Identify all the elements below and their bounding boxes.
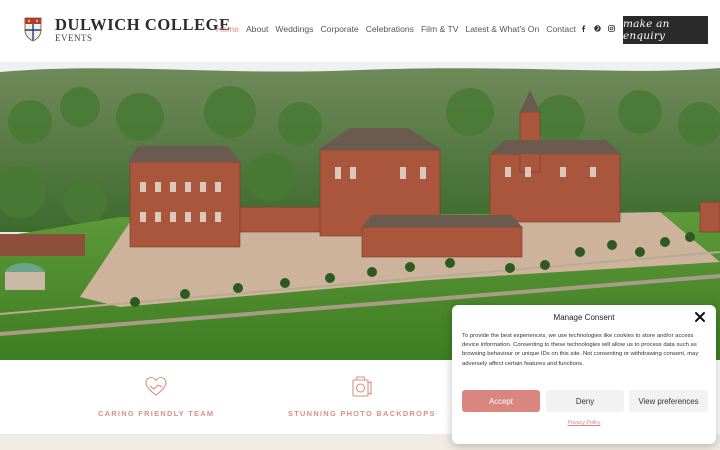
feature-label: STUNNING PHOTO BACKDROPS — [288, 409, 436, 418]
page: DULWICH COLLEGE EVENTS Home About Weddin… — [0, 0, 720, 450]
feature-label: CARING FRIENDLY TEAM — [98, 409, 215, 418]
main-nav: Home About Weddings Corporate Celebratio… — [216, 24, 583, 34]
cookie-dialog-body: To provide the best experiences, we use … — [462, 333, 699, 367]
nav-item-home[interactable]: Home — [216, 24, 239, 34]
close-icon[interactable] — [694, 311, 706, 323]
facebook-icon[interactable] — [580, 25, 587, 32]
heart-hands-icon — [144, 376, 167, 396]
social-links — [580, 25, 615, 32]
view-preferences-button[interactable]: View preferences — [629, 390, 708, 412]
nav-item-contact[interactable]: Contact — [546, 24, 576, 34]
deny-button[interactable]: Deny — [546, 390, 624, 412]
nav-item-latest[interactable]: Latest & What's On — [466, 24, 540, 34]
brand-title[interactable]: DULWICH COLLEGE — [55, 15, 231, 35]
make-enquiry-button[interactable]: make an enquiry — [623, 16, 708, 44]
college-crest-logo[interactable] — [24, 17, 42, 42]
photo-camera-icon — [351, 376, 372, 397]
pinterest-icon[interactable] — [594, 25, 601, 32]
brand-subtitle[interactable]: EVENTS — [55, 33, 93, 43]
cookie-consent-dialog: Manage Consent To provide the best exper… — [452, 305, 716, 444]
cookie-dialog-title: Manage Consent — [553, 313, 615, 322]
nav-item-film-tv[interactable]: Film & TV — [421, 24, 459, 34]
nav-item-weddings[interactable]: Weddings — [275, 24, 313, 34]
nav-item-corporate[interactable]: Corporate — [320, 24, 358, 34]
accept-button[interactable]: Accept — [462, 390, 540, 412]
feature-photo-backdrops: STUNNING PHOTO BACKDROPS — [288, 360, 436, 418]
instagram-icon[interactable] — [608, 25, 615, 32]
privacy-policy-link[interactable]: Privacy Policy — [452, 420, 716, 426]
nav-item-about[interactable]: About — [246, 24, 268, 34]
feature-caring-team: CARING FRIENDLY TEAM — [98, 360, 213, 418]
site-header: DULWICH COLLEGE EVENTS Home About Weddin… — [0, 0, 720, 62]
nav-item-celebrations[interactable]: Celebrations — [366, 24, 414, 34]
